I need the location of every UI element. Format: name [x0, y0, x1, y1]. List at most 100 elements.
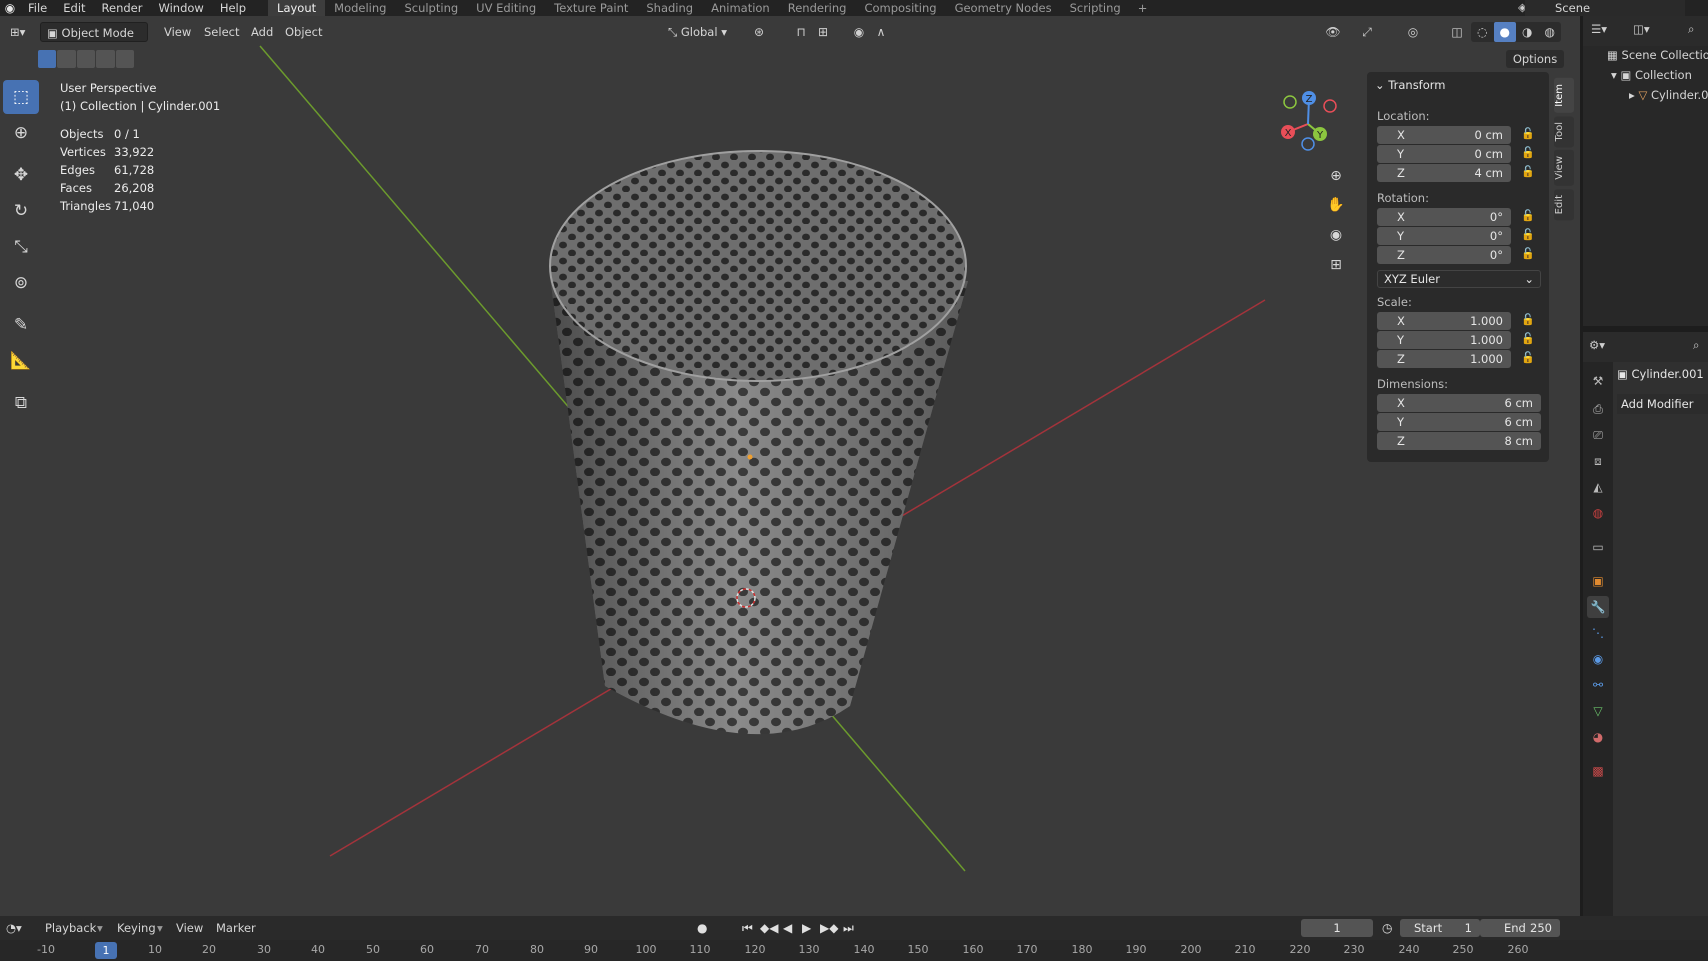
overlays-icon[interactable]: ◎ — [1402, 22, 1424, 42]
lock-icon[interactable]: 🔓 — [1521, 351, 1535, 367]
outliner-editor-icon[interactable]: ☰▾ — [1591, 22, 1607, 36]
ortho-toggle-icon[interactable]: ⊞ — [1324, 253, 1348, 277]
world-tab-icon[interactable]: ◍ — [1587, 502, 1609, 524]
collection-tab-icon[interactable]: ▭ — [1587, 536, 1609, 558]
viewport-menu-object[interactable]: Object — [279, 22, 328, 42]
timeline-ruler[interactable]: -10 1 10 20 30 40 50 60 70 80 90 100 110… — [0, 940, 1708, 961]
tab-view[interactable]: View — [1554, 150, 1574, 186]
menu-edit[interactable]: Edit — [55, 0, 93, 16]
options-dropdown[interactable]: Options — [1506, 50, 1564, 68]
jump-keyframe-back-icon[interactable]: ◆◀ — [760, 919, 778, 937]
location-z-field[interactable]: Z 4 cm — [1377, 164, 1511, 182]
clock-icon[interactable]: ◷ — [1382, 919, 1392, 937]
dimensions-y-field[interactable]: Y 6 cm — [1377, 413, 1541, 431]
current-frame-field[interactable]: 1 — [1301, 919, 1373, 937]
lock-icon[interactable]: 🔓 — [1521, 146, 1535, 162]
outliner-row-cylinder[interactable]: ▸ ▽ Cylinder.001 — [1583, 86, 1708, 104]
menu-file[interactable]: File — [20, 0, 55, 16]
rotation-mode-dropdown[interactable]: XYZ Euler ⌄ — [1377, 270, 1541, 288]
search-icon[interactable]: ⌕ — [1688, 22, 1694, 37]
location-y-field[interactable]: Y 0 cm — [1377, 145, 1511, 163]
transform-panel-header[interactable]: ⌄ Transform — [1375, 78, 1446, 92]
rotate-tool-icon[interactable]: ↻ — [3, 194, 39, 228]
select-invert-icon[interactable] — [96, 50, 115, 68]
lock-icon[interactable]: 🔓 — [1521, 313, 1535, 329]
dimensions-x-field[interactable]: X 6 cm — [1377, 394, 1541, 412]
location-x-field[interactable]: X 0 cm — [1377, 126, 1511, 144]
move-tool-icon[interactable]: ✥ — [3, 158, 39, 192]
jump-start-icon[interactable]: ⏮ — [742, 919, 753, 937]
workspace-tab-modeling[interactable]: Modeling — [325, 0, 395, 16]
workspace-tab-compositing[interactable]: Compositing — [855, 0, 945, 16]
physics-tab-icon[interactable]: ◉ — [1587, 648, 1609, 670]
editor-type-button[interactable]: ⊞▾ — [4, 22, 34, 42]
scale-tool-icon[interactable]: ⤡ — [3, 230, 39, 264]
scale-y-field[interactable]: Y 1.000 — [1377, 331, 1511, 349]
rotation-y-field[interactable]: Y 0° — [1377, 227, 1511, 245]
playhead-frame[interactable]: 1 — [95, 942, 117, 959]
texture-tab-icon[interactable]: ▩ — [1587, 760, 1609, 782]
properties-editor-icon[interactable]: ⚙▾ — [1589, 338, 1605, 352]
gizmo-toggle-icon[interactable]: ⤢ — [1356, 22, 1378, 42]
camera-view-icon[interactable]: ◉ — [1324, 223, 1348, 247]
gizmo-neg-x[interactable] — [1323, 99, 1337, 113]
viewport-menu-view[interactable]: View — [158, 22, 197, 42]
lock-icon[interactable]: 🔓 — [1521, 228, 1535, 244]
lock-icon[interactable]: 🔓 — [1521, 247, 1535, 263]
lock-icon[interactable]: 🔓 — [1521, 332, 1535, 348]
menu-render[interactable]: Render — [94, 0, 151, 16]
display-mode-icon[interactable]: ◫▾ — [1633, 22, 1650, 36]
add-workspace-button[interactable]: + — [1130, 1, 1156, 15]
tab-edit[interactable]: Edit — [1554, 188, 1574, 221]
particles-tab-icon[interactable]: ⋱ — [1587, 622, 1609, 644]
jump-end-icon[interactable]: ⏭ — [843, 919, 854, 937]
add-cube-tool-icon[interactable]: ⧉ — [3, 386, 39, 420]
constraints-tab-icon[interactable]: ⚯ — [1587, 674, 1609, 696]
record-icon[interactable]: ● — [697, 919, 707, 937]
scene-selector[interactable]: Scene — [1525, 0, 1685, 16]
modifier-wrench-icon[interactable]: 🔧 — [1587, 596, 1609, 618]
visibility-icon[interactable]: 👁 — [1322, 22, 1344, 42]
select-subtract-icon[interactable] — [76, 50, 96, 68]
select-extend-icon[interactable] — [57, 50, 76, 68]
jump-keyframe-forward-icon[interactable]: ▶◆ — [820, 919, 838, 937]
workspace-tab-geometry-nodes[interactable]: Geometry Nodes — [946, 0, 1061, 16]
timeline-menu-playback[interactable]: Playback — [45, 919, 96, 937]
pivot-point-icon[interactable]: ⊛ — [748, 22, 770, 42]
timeline-menu-view[interactable]: View — [176, 919, 203, 937]
wireframe-shading-icon[interactable]: ◌ — [1471, 22, 1494, 42]
tab-tool[interactable]: Tool — [1554, 115, 1574, 148]
lock-icon[interactable]: 🔓 — [1521, 209, 1535, 225]
timeline-editor-icon[interactable]: ◔▾ — [6, 919, 22, 937]
scale-x-field[interactable]: X 1.000 — [1377, 312, 1511, 330]
workspace-tab-rendering[interactable]: Rendering — [779, 0, 856, 16]
object-tab-icon[interactable]: ▣ — [1587, 570, 1609, 592]
workspace-tab-texture-paint[interactable]: Texture Paint — [545, 0, 637, 16]
select-box-tool-icon[interactable]: ⬚ — [3, 80, 39, 114]
data-tab-icon[interactable]: ▽ — [1587, 700, 1609, 722]
pan-hand-icon[interactable]: ✋ — [1324, 193, 1348, 217]
search-icon[interactable]: ⌕ — [1693, 338, 1699, 353]
gizmo-neg-y[interactable] — [1283, 95, 1297, 109]
transform-orientation-dropdown[interactable]: ⤡ Global ▾ — [662, 22, 742, 42]
view-layer-tab-icon[interactable]: ⧈ — [1587, 450, 1609, 472]
menu-help[interactable]: Help — [212, 0, 254, 16]
rotation-x-field[interactable]: X 0° — [1377, 208, 1511, 226]
workspace-tab-sculpting[interactable]: Sculpting — [395, 0, 467, 16]
falloff-icon[interactable]: ∧ — [870, 22, 892, 42]
viewport-menu-add[interactable]: Add — [245, 22, 279, 42]
zoom-icon[interactable]: ⊕ — [1324, 164, 1348, 188]
scale-z-field[interactable]: Z 1.000 — [1377, 350, 1511, 368]
select-intersect-icon[interactable] — [115, 50, 135, 68]
lock-icon[interactable]: 🔓 — [1521, 165, 1535, 181]
cursor-tool-icon[interactable]: ⊕ — [3, 116, 39, 150]
navigation-gizmo[interactable]: X Y Z — [1268, 86, 1348, 156]
select-new-icon[interactable] — [38, 50, 57, 68]
annotate-tool-icon[interactable]: ✎ — [3, 308, 39, 342]
workspace-tab-scripting[interactable]: Scripting — [1061, 0, 1130, 16]
blender-logo-icon[interactable]: ◉ — [0, 0, 20, 16]
output-tab-icon[interactable]: ⎚ — [1587, 424, 1609, 446]
menu-window[interactable]: Window — [150, 0, 211, 16]
transform-tool-icon[interactable]: ⊚ — [3, 266, 39, 300]
add-modifier-button[interactable]: Add Modifier — [1617, 394, 1708, 414]
